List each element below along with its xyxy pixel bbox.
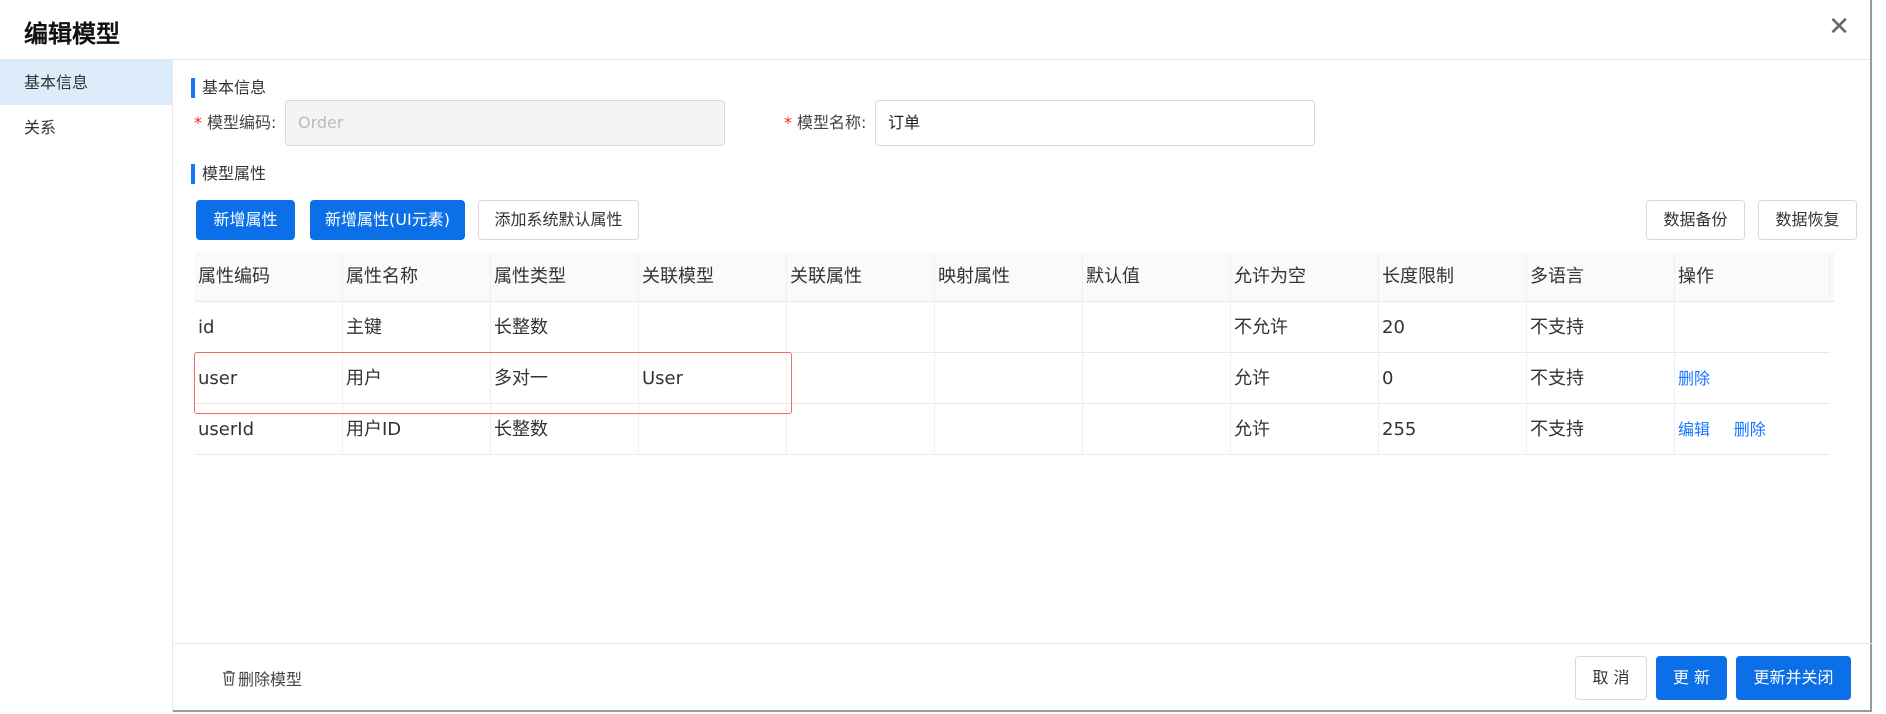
cell-code: userId [195,404,343,455]
edit-model-dialog: 编辑模型 ✕ 基本信息 关系 基本信息 * 模型编码: Order * 模型名称: … [0,0,1872,712]
table-row: user 用户 多对一 User 允许 0 不支持 删除 [195,353,1830,404]
cell-name: 用户 [343,353,491,404]
model-code-input[interactable]: Order [285,100,725,146]
cell-nullable: 允许 [1231,404,1379,455]
cell-rel-prop [787,302,935,353]
data-backup-button[interactable]: 数据备份 [1646,200,1745,240]
cell-nullable: 允许 [1231,353,1379,404]
cell-map-prop [935,353,1083,404]
section-title-props: 模型属性 [191,164,266,184]
cell-name: 用户ID [343,404,491,455]
data-restore-button[interactable]: 数据恢复 [1758,200,1857,240]
cell-default [1083,404,1231,455]
table-row: userId 用户ID 长整数 允许 255 不支持 编辑 删除 [195,404,1830,455]
cell-actions [1675,302,1830,353]
cell-rel-prop [787,404,935,455]
cell-code: id [195,302,343,353]
add-default-property-button[interactable]: 添加系统默认属性 [478,200,639,240]
column-header: 关联属性 [787,252,935,302]
delete-link[interactable]: 删除 [1678,369,1710,388]
required-mark: * [194,113,202,132]
delete-model-button[interactable]: 删除模型 [222,666,302,690]
main-content: 基本信息 * 模型编码: Order * 模型名称: 订单 模型属性 新增属性 新增… [174,60,1872,643]
cell-length: 0 [1379,353,1527,404]
cell-i18n: 不支持 [1527,404,1675,455]
cell-default [1083,302,1231,353]
update-and-close-button[interactable]: 更新并关闭 [1736,656,1851,700]
column-header: 操作 [1675,252,1830,302]
cell-type: 长整数 [491,404,639,455]
model-name-input[interactable]: 订单 [875,100,1315,146]
cell-length: 255 [1379,404,1527,455]
section-title-basic: 基本信息 [191,78,266,98]
add-property-button[interactable]: 新增属性 [196,200,295,240]
cell-name: 主键 [343,302,491,353]
cell-map-prop [935,302,1083,353]
column-header: 属性名称 [343,252,491,302]
edit-link[interactable]: 编辑 [1678,420,1710,439]
cell-type: 多对一 [491,353,639,404]
add-ui-property-button[interactable]: 新增属性(UI元素) [310,200,465,240]
column-header: 关联模型 [639,252,787,302]
sidebar-item-basic-info[interactable]: 基本信息 [0,60,172,105]
dialog-header: 编辑模型 ✕ [0,0,1870,60]
dialog-footer: 删除模型 取 消 更 新 更新并关闭 [174,643,1872,712]
table-row: id 主键 长整数 不允许 20 不支持 [195,302,1830,353]
cell-length: 20 [1379,302,1527,353]
column-header: 属性类型 [491,252,639,302]
model-code-label-text: 模型编码: [207,113,277,132]
cell-rel-model [639,404,787,455]
column-header: 映射属性 [935,252,1083,302]
delete-model-label: 删除模型 [238,670,303,689]
cell-rel-prop [787,353,935,404]
delete-link[interactable]: 删除 [1734,420,1766,439]
table-header: 属性编码 属性名称 属性类型 关联模型 关联属性 映射属性 默认值 允许为空 长… [195,252,1835,302]
column-header: 多语言 [1527,252,1675,302]
model-name-label-text: 模型名称: [797,113,867,132]
sidebar: 基本信息 关系 [0,60,173,712]
trash-icon [223,670,235,686]
dialog-title: 编辑模型 [24,20,120,48]
close-icon[interactable]: ✕ [1828,14,1850,40]
cell-default [1083,353,1231,404]
cell-i18n: 不支持 [1527,302,1675,353]
cell-actions: 删除 [1675,353,1830,404]
required-mark: * [784,113,792,132]
cancel-button[interactable]: 取 消 [1575,656,1647,700]
column-header: 长度限制 [1379,252,1527,302]
cell-rel-model [639,302,787,353]
update-button[interactable]: 更 新 [1656,656,1727,700]
cell-actions: 编辑 删除 [1675,404,1830,455]
model-name-label: * 模型名称: [784,100,866,146]
cell-code: user [195,353,343,404]
model-code-label: * 模型编码: [194,100,276,146]
cell-map-prop [935,404,1083,455]
column-header: 默认值 [1083,252,1231,302]
column-header: 允许为空 [1231,252,1379,302]
cell-i18n: 不支持 [1527,353,1675,404]
sidebar-item-relations[interactable]: 关系 [0,105,172,150]
cell-type: 长整数 [491,302,639,353]
cell-nullable: 不允许 [1231,302,1379,353]
cell-rel-model: User [639,353,787,404]
column-header: 属性编码 [195,252,343,302]
